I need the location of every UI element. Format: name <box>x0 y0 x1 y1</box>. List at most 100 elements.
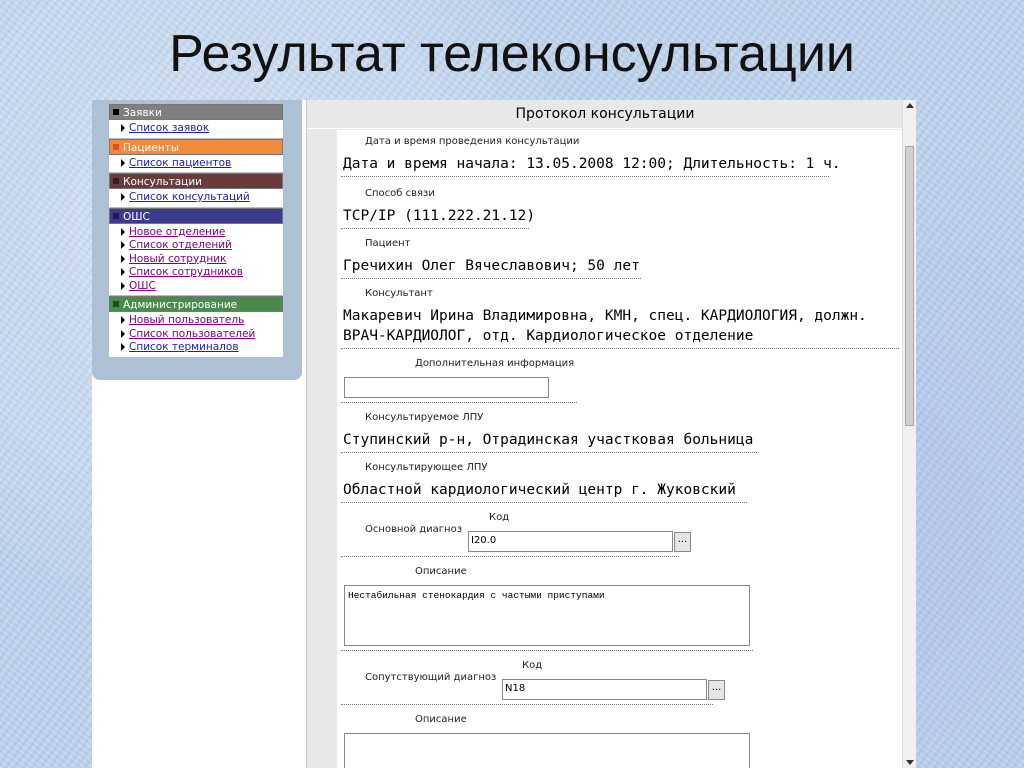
divider <box>341 176 829 177</box>
protocol-header: Протокол консультации <box>307 100 903 129</box>
divider <box>341 278 641 279</box>
menu-link[interactable]: Список сотрудников <box>129 266 243 278</box>
menu-link[interactable]: Список консультаций <box>129 191 250 203</box>
accomp-description-label: Описание <box>415 714 467 725</box>
menu-link-item: Новый сотрудник <box>121 253 283 267</box>
sidebar-panel: Заявки Список заявок Пациенты Список пациен… <box>92 100 302 380</box>
consulted-lpu-value: Ступинский р-н, Отрадинская участковая б… <box>343 432 754 448</box>
patient-label: Пациент <box>365 238 411 249</box>
menu-link[interactable]: Список пользователей <box>129 328 255 340</box>
consulting-lpu-label: Консультирующее ЛПУ <box>365 462 488 473</box>
menu-link-item: Список терминалов <box>121 341 283 355</box>
menu-link[interactable]: Список заявок <box>129 122 209 134</box>
protocol-panel: Протокол консультации Дата и время прове… <box>306 100 903 768</box>
menu-link[interactable]: ОШС <box>129 280 156 292</box>
accomp-diagnosis-code-input[interactable]: N18 <box>502 679 707 700</box>
menu-link-group: Новый пользователь Список пользователей Сп… <box>109 312 283 357</box>
triangle-right-icon <box>121 268 125 276</box>
menu-square-icon <box>113 212 119 219</box>
triangle-right-icon <box>121 343 125 351</box>
additional-info-label: Дополнительная информация <box>415 358 575 369</box>
sidebar-menu: Заявки Список заявок Пациенты Список пациен… <box>109 103 283 357</box>
connection-value: TCP/IP (111.222.21.12) <box>343 208 536 224</box>
menu-link[interactable]: Список отделений <box>129 239 232 251</box>
accomp-diagnosis-pick-button[interactable]: ... <box>708 680 725 700</box>
triangle-right-icon <box>121 281 125 290</box>
menu-link-item: Список отделений <box>121 239 283 253</box>
menu-square-icon <box>113 109 119 115</box>
divider <box>341 228 529 229</box>
main-diagnosis-label: Основной диагноз <box>365 524 463 535</box>
menu-section-title: Консультации <box>123 176 202 188</box>
scroll-thumb[interactable] <box>905 146 914 426</box>
menu-section-title: Заявки <box>123 107 162 119</box>
menu-link-item: Список сотрудников <box>121 266 283 280</box>
menu-link[interactable]: Новый сотрудник <box>129 253 226 265</box>
consultant-value-line1: Макаревич Ирина Владимировна, КМН, спец.… <box>343 308 867 324</box>
triangle-right-icon <box>121 254 125 263</box>
menu-link-item: Список консультаций <box>121 191 283 205</box>
menu-section-title: ОШС <box>123 210 150 223</box>
consulting-lpu-value: Областной кардиологический центр г. Жуко… <box>343 482 736 498</box>
divider <box>341 704 713 705</box>
menu-link-item: Список заявок <box>121 122 283 136</box>
slide-title: Результат телеконсультации <box>169 25 855 83</box>
accomp-diagnosis-label: Сопутствующий диагноз <box>365 672 497 683</box>
patient-value: Гречихин Олег Вячеславович; 50 лет <box>343 258 640 274</box>
menu-square-icon <box>113 301 119 307</box>
connection-label: Способ связи <box>365 188 435 199</box>
menu-link[interactable]: Новый пользователь <box>129 314 244 326</box>
menu-link-group: Список заявок <box>109 120 283 138</box>
sidebar: Заявки Список заявок Пациенты Список пациен… <box>92 100 304 768</box>
menu-section-title: Администрирование <box>123 299 238 311</box>
triangle-right-icon <box>121 193 125 201</box>
divider <box>341 650 753 651</box>
accomp-description-textarea[interactable] <box>344 733 750 768</box>
vertical-scrollbar[interactable] <box>902 100 916 768</box>
main-description-textarea[interactable]: Нестабильная стенокардия с частыми прист… <box>344 585 750 646</box>
menu-link-item: Новый пользователь <box>121 314 283 328</box>
triangle-right-icon <box>121 158 125 167</box>
divider <box>341 452 757 453</box>
menu-section-header[interactable]: Пациенты <box>109 138 283 155</box>
datetime-value: Дата и время начала: 13.05.2008 12:00; Д… <box>343 156 841 172</box>
menu-section-header[interactable]: Заявки <box>109 104 283 120</box>
scroll-down-arrow-icon[interactable] <box>906 760 914 765</box>
divider <box>341 502 747 503</box>
triangle-right-icon <box>121 124 125 132</box>
protocol-form: Дата и время проведения консультации Дат… <box>337 130 903 768</box>
menu-link-item: Список пациентов <box>121 157 283 171</box>
app-window: Заявки Список заявок Пациенты Список пациен… <box>92 100 916 768</box>
menu-link[interactable]: Список пациентов <box>129 157 231 169</box>
consultant-value-line2: ВРАЧ-КАРДИОЛОГ, отд. Кардиологическое от… <box>343 328 754 344</box>
triangle-right-icon <box>121 329 125 338</box>
menu-section-header[interactable]: Консультации <box>109 173 283 189</box>
triangle-right-icon <box>121 241 125 249</box>
menu-link-item: ОШС <box>121 280 283 294</box>
menu-link-item: Новое отделение <box>121 226 283 240</box>
divider <box>341 348 899 349</box>
triangle-right-icon <box>121 227 125 236</box>
accomp-code-label: Код <box>522 660 543 671</box>
additional-info-input[interactable] <box>344 377 549 398</box>
menu-square-icon <box>113 178 119 184</box>
scroll-up-arrow-icon[interactable] <box>906 103 914 108</box>
menu-link[interactable]: Список терминалов <box>129 341 239 353</box>
main-diagnosis-code-input[interactable]: I20.0 <box>468 531 673 552</box>
menu-square-icon <box>113 143 119 150</box>
main-code-label: Код <box>489 512 510 523</box>
menu-link-group: Список пациентов <box>109 154 283 172</box>
menu-section-title: Пациенты <box>123 141 180 154</box>
menu-link[interactable]: Новое отделение <box>129 226 225 238</box>
consulted-lpu-label: Консультируемое ЛПУ <box>365 412 484 423</box>
divider <box>341 556 679 557</box>
menu-section-header[interactable]: Администрирование <box>109 296 283 312</box>
menu-section-header[interactable]: ОШС <box>109 207 283 224</box>
datetime-label: Дата и время проведения консультации <box>365 136 580 147</box>
main-description-label: Описание <box>415 566 467 577</box>
main-diagnosis-pick-button[interactable]: ... <box>674 532 691 552</box>
divider <box>341 402 577 403</box>
consultant-label: Консультант <box>365 288 433 299</box>
menu-link-group: Список консультаций <box>109 189 283 207</box>
menu-link-group: Новое отделение Список отделений Новый сот… <box>109 223 283 295</box>
